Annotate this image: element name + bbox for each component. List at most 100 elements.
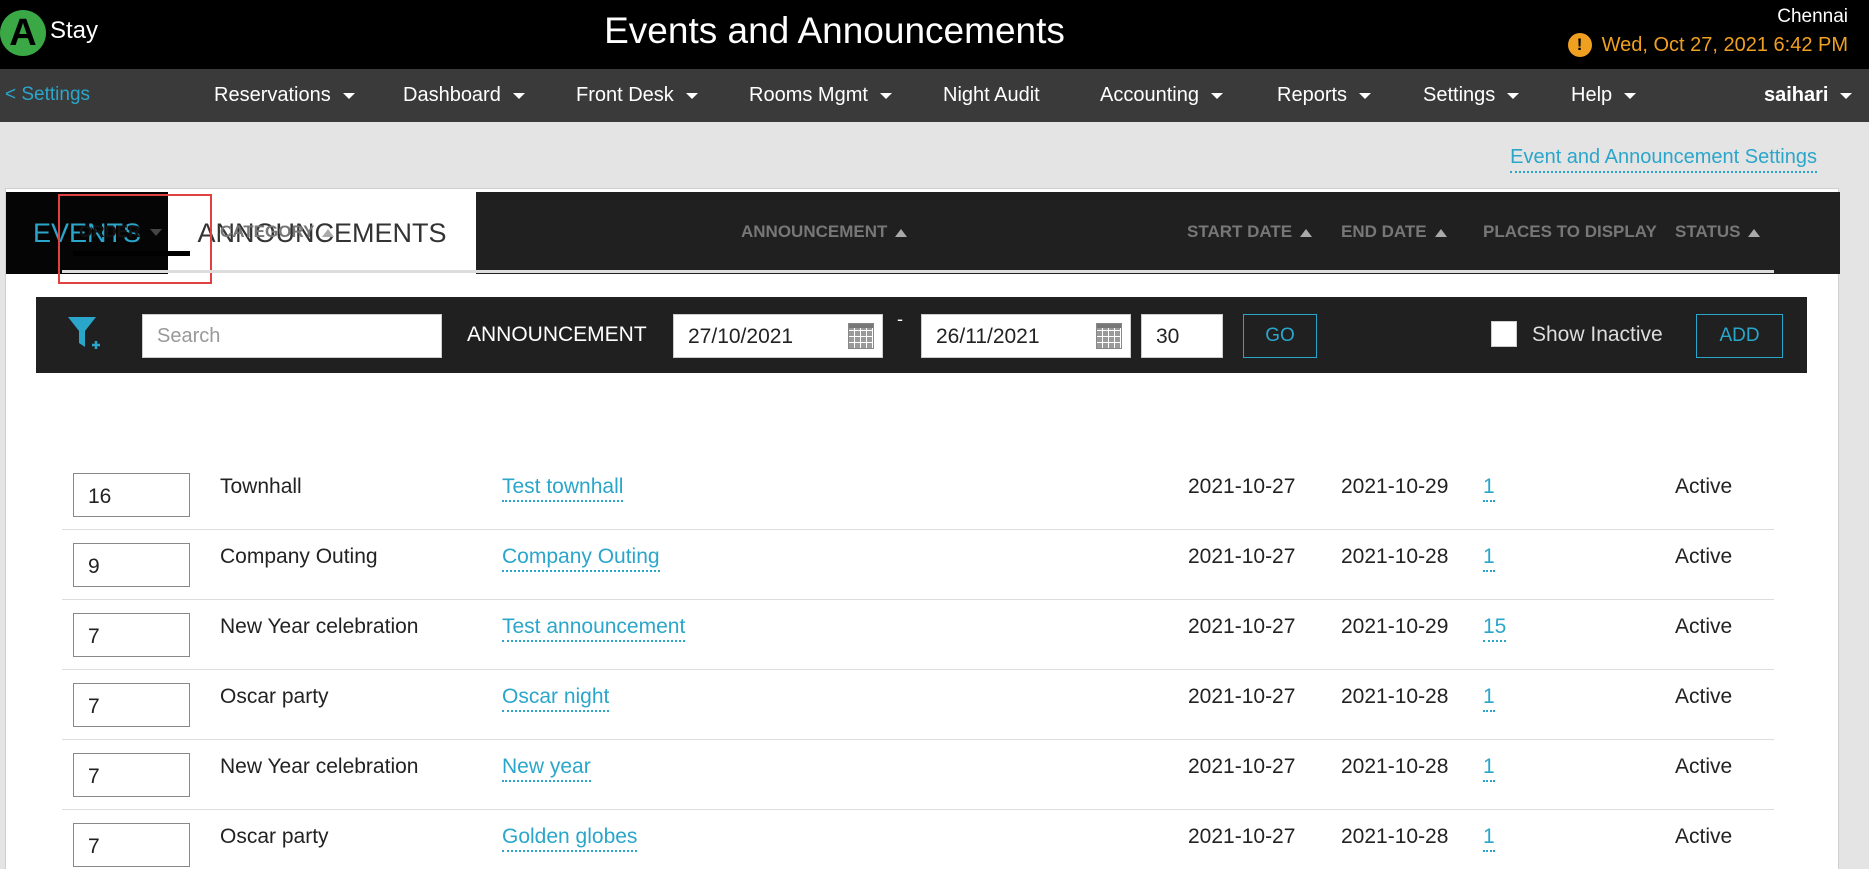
header-label: START DATE xyxy=(1187,222,1293,241)
nav-item-reports[interactable]: Reports xyxy=(1277,84,1372,107)
caret-down-icon xyxy=(685,92,698,99)
property-location[interactable]: Chennai xyxy=(1777,6,1848,28)
order-input[interactable]: 9 xyxy=(73,543,190,587)
start-date-value: 27/10/2021 xyxy=(688,325,794,348)
start-date-field[interactable]: 27/10/2021 xyxy=(673,314,883,358)
category-cell: Oscar party xyxy=(220,825,329,848)
column-header-places: PLACES TO DISPLAY xyxy=(1483,222,1657,241)
start-date-cell: 2021-10-27 xyxy=(1188,825,1296,848)
category-cell: New Year celebration xyxy=(220,755,419,778)
add-button[interactable]: ADD xyxy=(1696,314,1783,358)
column-header-status[interactable]: STATUS xyxy=(1675,222,1761,242)
end-date-cell: 2021-10-28 xyxy=(1341,825,1449,848)
column-header-announcement[interactable]: ANNOUNCEMENT xyxy=(741,222,908,242)
status-cell: Active xyxy=(1675,755,1733,778)
announcement-link[interactable]: Company Outing xyxy=(502,545,660,572)
sort-icon xyxy=(1748,228,1761,237)
announcement-link[interactable]: New year xyxy=(502,755,591,782)
start-date-cell: 2021-10-27 xyxy=(1188,755,1296,778)
end-date-field[interactable]: 26/11/2021 xyxy=(921,314,1131,358)
nav-label: Reports xyxy=(1277,84,1348,106)
nav-label: Help xyxy=(1571,84,1613,106)
nav-item-rooms-mgmt[interactable]: Rooms Mgmt xyxy=(749,84,892,107)
caret-down-icon xyxy=(1840,92,1853,99)
nav-item-accounting[interactable]: Accounting xyxy=(1100,84,1223,107)
announcement-link[interactable]: Test announcement xyxy=(502,615,686,642)
header-label: STATUS xyxy=(1675,222,1741,241)
nav-label: Reservations xyxy=(214,84,331,106)
search-input[interactable] xyxy=(142,314,442,358)
header-label: CATEGORY xyxy=(220,222,315,241)
show-inactive-checkbox[interactable] xyxy=(1491,321,1517,347)
places-link[interactable]: 1 xyxy=(1483,545,1495,572)
sort-icon xyxy=(322,228,335,237)
table-row: 7 New Year celebration New year 2021-10-… xyxy=(62,740,1774,810)
nav-item-dashboard[interactable]: Dashboard xyxy=(403,84,525,107)
sort-icon xyxy=(1300,228,1313,237)
caret-down-icon xyxy=(342,92,355,99)
end-date-cell: 2021-10-29 xyxy=(1341,615,1449,638)
date-separator: - xyxy=(897,309,903,329)
nav-label: Front Desk xyxy=(576,84,674,106)
announcement-link[interactable]: Oscar night xyxy=(502,685,610,712)
user-menu[interactable]: saihari xyxy=(1764,84,1853,107)
filter-toolbar: ANNOUNCEMENT 27/10/2021 - 26/11/2021 30 … xyxy=(36,297,1807,373)
status-cell: Active xyxy=(1675,545,1733,568)
start-date-cell: 2021-10-27 xyxy=(1188,615,1296,638)
go-button[interactable]: GO xyxy=(1243,314,1317,358)
caret-down-icon xyxy=(1507,92,1520,99)
start-date-cell: 2021-10-27 xyxy=(1188,475,1296,498)
back-to-settings-link[interactable]: < Settings xyxy=(5,84,90,106)
filter-add-icon[interactable] xyxy=(66,313,102,355)
end-date-cell: 2021-10-29 xyxy=(1341,475,1449,498)
datetime-text: Wed, Oct 27, 2021 6:42 PM xyxy=(1601,33,1848,56)
status-cell: Active xyxy=(1675,825,1733,848)
app-header: A Stay Events and Announcements Chennai … xyxy=(0,0,1869,69)
category-cell: Oscar party xyxy=(220,685,329,708)
order-input[interactable]: 7 xyxy=(73,613,190,657)
table-row: 16 Townhall Test townhall 2021-10-27 202… xyxy=(62,460,1774,530)
header-label: ANNOUNCEMENT xyxy=(741,222,888,241)
end-date-value: 26/11/2021 xyxy=(936,325,1040,348)
status-cell: Active xyxy=(1675,685,1733,708)
column-header-end-date[interactable]: END DATE xyxy=(1341,222,1447,242)
business-datetime: ! Wed, Oct 27, 2021 6:42 PM xyxy=(1567,33,1848,57)
places-link[interactable]: 1 xyxy=(1483,825,1495,852)
nav-label: Settings xyxy=(1423,84,1496,106)
nav-item-settings[interactable]: Settings xyxy=(1423,84,1520,107)
sort-icon xyxy=(895,228,908,237)
end-date-cell: 2021-10-28 xyxy=(1341,685,1449,708)
nav-item-reservations[interactable]: Reservations xyxy=(214,84,355,107)
places-link[interactable]: 1 xyxy=(1483,475,1495,502)
caret-down-icon xyxy=(1210,92,1223,99)
nav-item-help[interactable]: Help xyxy=(1571,84,1637,107)
type-label: ANNOUNCEMENT xyxy=(467,323,647,346)
caret-down-icon xyxy=(1624,92,1637,99)
header-label: END DATE xyxy=(1341,222,1427,241)
end-date-cell: 2021-10-28 xyxy=(1341,755,1449,778)
calendar-icon[interactable] xyxy=(1096,323,1122,349)
calendar-icon[interactable] xyxy=(848,323,874,349)
warning-icon[interactable]: ! xyxy=(1567,33,1592,57)
announcement-link[interactable]: Test townhall xyxy=(502,475,624,502)
event-announcement-settings-link[interactable]: Event and Announcement Settings xyxy=(1510,146,1817,173)
nav-item-night-audit[interactable]: Night Audit xyxy=(943,84,1040,107)
order-input[interactable]: 7 xyxy=(73,823,190,867)
nav-label: Accounting xyxy=(1100,84,1199,106)
table-row: 7 Oscar party Oscar night 2021-10-27 202… xyxy=(62,670,1774,740)
order-input[interactable]: 7 xyxy=(73,683,190,727)
places-link[interactable]: 1 xyxy=(1483,755,1495,782)
places-link[interactable]: 1 xyxy=(1483,685,1495,712)
days-field[interactable]: 30 xyxy=(1141,314,1223,358)
status-cell: Active xyxy=(1675,615,1733,638)
column-header-category[interactable]: CATEGORY xyxy=(220,222,335,242)
status-cell: Active xyxy=(1675,475,1733,498)
column-header-start-date[interactable]: START DATE xyxy=(1187,222,1313,242)
show-inactive-label[interactable]: Show Inactive xyxy=(1532,323,1663,347)
places-link[interactable]: 15 xyxy=(1483,615,1507,642)
order-input[interactable]: 7 xyxy=(73,753,190,797)
order-input[interactable]: 16 xyxy=(73,473,190,517)
nav-item-front-desk[interactable]: Front Desk xyxy=(576,84,698,107)
announcement-link[interactable]: Golden globes xyxy=(502,825,638,852)
end-date-cell: 2021-10-28 xyxy=(1341,545,1449,568)
